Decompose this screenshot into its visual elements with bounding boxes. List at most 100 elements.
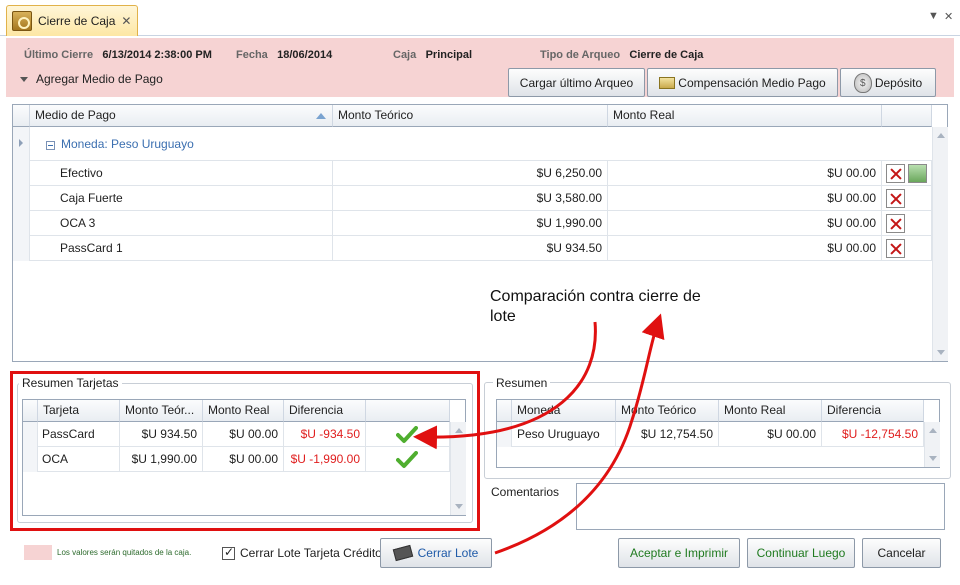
compensacion-medio-pago-button[interactable]: Compensación Medio Pago	[647, 68, 838, 97]
cell-medio[interactable]: OCA 3	[30, 211, 333, 236]
column-diferencia[interactable]: Diferencia	[822, 400, 924, 422]
column-monto-real[interactable]: Monto Real	[608, 105, 882, 127]
window-menu-icon[interactable]: ▼	[928, 10, 939, 22]
legend-text: Los valores serán quitados de la caja.	[57, 548, 192, 557]
cell-tarjeta[interactable]: PassCard	[38, 422, 120, 447]
scroll-up-icon[interactable]	[929, 428, 937, 433]
cell-teorico[interactable]: $U 6,250.00	[333, 161, 608, 186]
cerrar-lote-label: Cerrar Lote	[417, 546, 479, 560]
check-icon	[396, 426, 418, 443]
check-icon	[396, 451, 418, 468]
row-indicator-column	[497, 422, 512, 447]
cerrar-lote-checkbox[interactable]: ✓	[222, 545, 235, 560]
agregar-medio-pago-toggle[interactable]: Agregar Medio de Pago	[20, 72, 163, 86]
resumen-tarjetas-grid: Tarjeta Monto Teór... Monto Real Diferen…	[22, 399, 466, 516]
tab-close-icon[interactable]: ✕	[121, 14, 131, 28]
grid-vertical-scrollbar[interactable]	[450, 422, 466, 515]
grid-vertical-scrollbar[interactable]	[924, 422, 940, 467]
window-close-icon[interactable]: ✕	[944, 10, 953, 23]
safe-icon	[12, 11, 32, 31]
tab-cierre-de-caja[interactable]: Cierre de Caja ✕	[6, 5, 138, 36]
legend-color-swatch	[24, 545, 52, 560]
column-monto-teorico[interactable]: Monto Teórico	[333, 105, 608, 127]
group-row[interactable]: Moneda: Peso Uruguayo	[30, 127, 932, 161]
cell-medio[interactable]: Caja Fuerte	[30, 186, 333, 211]
column-actions	[882, 105, 932, 127]
annotation-text: Comparación contra cierre de lote	[490, 288, 701, 325]
scroll-down-icon[interactable]	[455, 504, 463, 509]
delete-row-icon[interactable]	[886, 164, 905, 183]
cell-diferencia[interactable]: $U -934.50	[284, 422, 366, 447]
delete-row-icon[interactable]	[886, 214, 905, 233]
medios-pago-grid: Medio de Pago Monto Teórico Monto Real M…	[12, 104, 948, 362]
scroll-down-icon[interactable]	[929, 456, 937, 461]
fecha-label: Fecha	[236, 49, 268, 61]
cell-real[interactable]: $U 00.00	[719, 422, 822, 447]
cerrar-lote-button[interactable]: Cerrar Lote	[380, 538, 492, 568]
cancelar-button[interactable]: Cancelar	[862, 538, 941, 568]
group-label: Moneda: Peso Uruguayo	[61, 137, 194, 151]
cerrar-lote-checkbox-row[interactable]: ✓ Cerrar Lote Tarjeta Crédito	[222, 545, 382, 560]
scroll-up-icon[interactable]	[937, 133, 945, 138]
column-medio-de-pago[interactable]: Medio de Pago	[30, 105, 333, 127]
row-indicator-column	[13, 127, 30, 261]
tab-title: Cierre de Caja	[38, 14, 116, 28]
current-row-indicator-icon	[19, 139, 23, 147]
collapse-icon[interactable]	[46, 141, 55, 150]
cell-teorico[interactable]: $U 934.50	[333, 236, 608, 261]
cell-teorico[interactable]: $U 1,990.00	[333, 211, 608, 236]
column-monto-real[interactable]: Monto Real	[203, 400, 284, 422]
scroll-down-icon[interactable]	[937, 350, 945, 355]
deposito-label: Depósito	[874, 75, 923, 90]
column-monto-real[interactable]: Monto Real	[719, 400, 822, 422]
cash-compensation-icon[interactable]	[908, 164, 927, 183]
delete-row-icon[interactable]	[886, 239, 905, 258]
compensacion-label: Compensación Medio Pago	[678, 75, 826, 90]
cell-real[interactable]: $U 00.00	[608, 161, 882, 186]
grid-vertical-scrollbar[interactable]	[932, 127, 948, 361]
cell-moneda[interactable]: Peso Uruguayo	[512, 422, 616, 447]
cell-real[interactable]: $U 00.00	[203, 447, 284, 472]
column-monto-teorico[interactable]: Monto Teórico	[616, 400, 719, 422]
resumen-grid: Moneda Monto Teórico Monto Real Diferenc…	[496, 399, 940, 468]
cell-medio[interactable]: Efectivo	[30, 161, 333, 186]
cell-real[interactable]: $U 00.00	[608, 236, 882, 261]
scroll-up-icon[interactable]	[455, 428, 463, 433]
aceptar-imprimir-button[interactable]: Aceptar e Imprimir	[618, 538, 740, 568]
cell-real[interactable]: $U 00.00	[608, 186, 882, 211]
caja-value: Principal	[425, 49, 473, 61]
tipo-arqueo-value: Cierre de Caja	[629, 49, 704, 61]
sort-ascending-icon	[316, 113, 326, 119]
cell-teorico[interactable]: $U 3,580.00	[333, 186, 608, 211]
deposito-button[interactable]: $ Depósito	[840, 68, 936, 97]
tipo-arqueo-label: Tipo de Arqueo	[540, 49, 621, 61]
cell-teorico[interactable]: $U 934.50	[120, 422, 203, 447]
continuar-luego-button[interactable]: Continuar Luego	[747, 538, 855, 568]
comentarios-textarea[interactable]	[576, 483, 945, 530]
column-moneda[interactable]: Moneda	[512, 400, 616, 422]
cargar-ultimo-arqueo-button[interactable]: Cargar último Arqueo	[508, 68, 645, 97]
row-indicator-column	[23, 422, 38, 472]
cell-real[interactable]: $U 00.00	[203, 422, 284, 447]
column-monto-teorico[interactable]: Monto Teór...	[120, 400, 203, 422]
ultimo-cierre-label: Último Cierre	[24, 49, 94, 61]
cell-real[interactable]: $U 00.00	[608, 211, 882, 236]
cell-diferencia[interactable]: $U -1,990.00	[284, 447, 366, 472]
resumen-tarjetas-title: Resumen Tarjetas	[19, 376, 122, 390]
grid-row-header-corner	[497, 400, 512, 422]
cell-diferencia[interactable]: $U -12,754.50	[822, 422, 924, 447]
cell-teorico[interactable]: $U 12,754.50	[616, 422, 719, 447]
column-tarjeta[interactable]: Tarjeta	[38, 400, 120, 422]
delete-row-icon[interactable]	[886, 189, 905, 208]
cell-teorico[interactable]: $U 1,990.00	[120, 447, 203, 472]
grid-row-header-corner	[23, 400, 38, 422]
caja-label: Caja	[393, 49, 417, 61]
cell-tarjeta[interactable]: OCA	[38, 447, 120, 472]
cerrar-lote-checkbox-label: Cerrar Lote Tarjeta Crédito	[240, 546, 382, 560]
column-diferencia[interactable]: Diferencia	[284, 400, 366, 422]
grid-row-header-corner	[13, 105, 30, 127]
resumen-title: Resumen	[493, 376, 551, 390]
cell-medio[interactable]: PassCard 1	[30, 236, 333, 261]
comentarios-label: Comentarios	[491, 485, 560, 499]
document-tab-bar: Cierre de Caja ✕ ▼ ✕	[0, 0, 960, 36]
